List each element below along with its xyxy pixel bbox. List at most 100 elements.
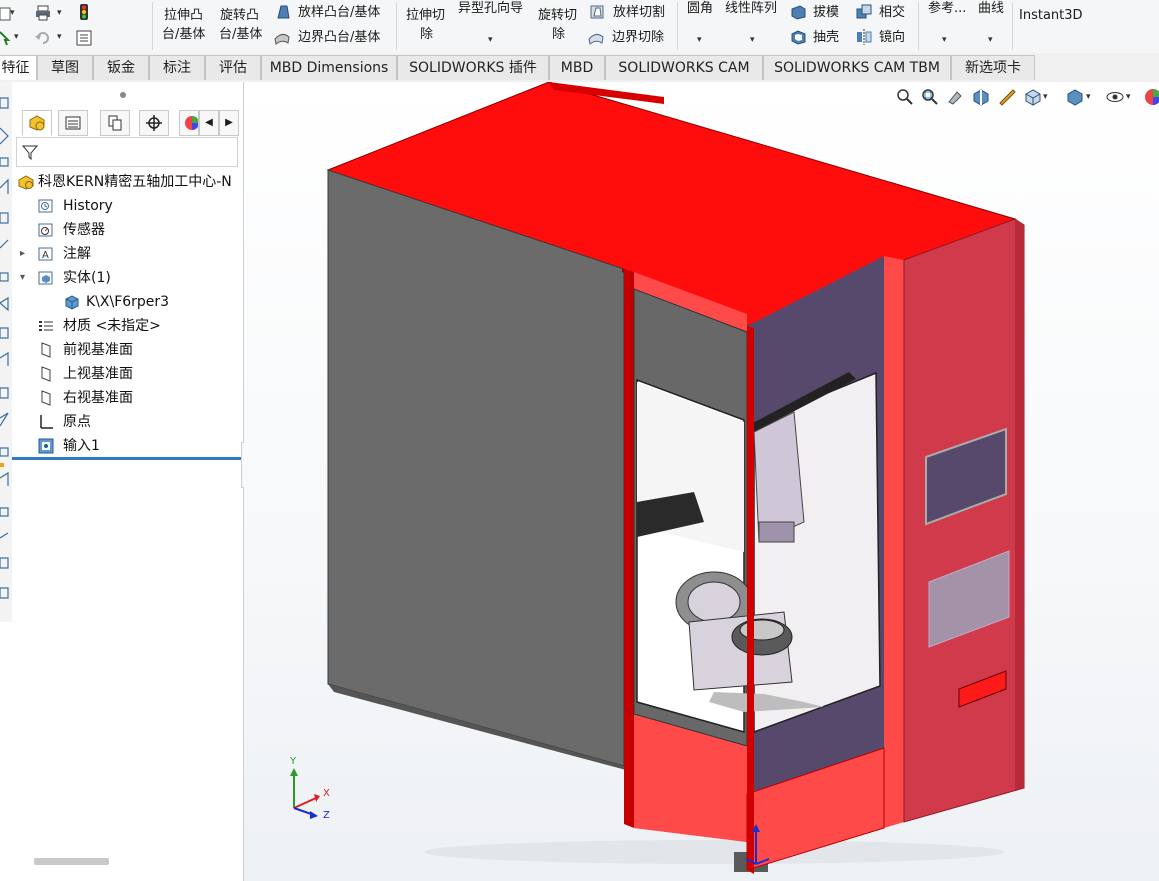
- tree-item-label: K\X\F6rper3: [86, 294, 170, 310]
- tab-solidworks-addins[interactable]: SOLIDWORKS 插件: [397, 55, 549, 80]
- tab-new-tab[interactable]: 新选项卡: [951, 55, 1035, 80]
- solid-bodies-icon: [38, 271, 53, 285]
- hole-wizard-label: 异型孔向导: [458, 1, 524, 16]
- tree-item-label: History: [63, 198, 113, 214]
- panel-grip[interactable]: [120, 92, 126, 98]
- rollback-bar[interactable]: [12, 457, 241, 460]
- tab-label: MBD Dimensions: [269, 60, 389, 76]
- tab-label: 评估: [219, 60, 247, 76]
- sensor-icon: [38, 223, 53, 237]
- collapse-arrow-icon[interactable]: ▾: [20, 267, 25, 289]
- trunnion-face: [687, 581, 741, 623]
- revolve-cut-label-1: 旋转切: [538, 8, 578, 23]
- tab-label: MBD: [560, 60, 594, 76]
- intersect-label: 相交: [879, 5, 906, 20]
- tree-item-label: 右视基准面: [63, 390, 133, 406]
- mirror-label: 镜向: [879, 30, 906, 45]
- crosshair-icon: [146, 115, 162, 131]
- sketch-tool-icons[interactable]: [0, 88, 12, 618]
- dropdown-arrow[interactable]: ▾: [14, 32, 19, 42]
- dropdown-arrow[interactable]: ▾: [57, 8, 62, 18]
- property-manager-icon: [65, 116, 81, 130]
- history-icon: [38, 199, 53, 213]
- tab-label: 草图: [51, 60, 79, 76]
- tree-item-solid-bodies[interactable]: ▾ 实体(1): [20, 267, 236, 289]
- tab-solidworks-cam-tbm[interactable]: SOLIDWORKS CAM TBM: [763, 55, 951, 80]
- tree-item-import1[interactable]: 输入1: [36, 435, 236, 457]
- tab-solidworks-cam[interactable]: SOLIDWORKS CAM: [605, 55, 763, 80]
- tab-sketch[interactable]: 草图: [37, 55, 93, 80]
- fillet-dropdown[interactable]: ▾: [697, 35, 702, 45]
- triad-x-label: X: [323, 788, 330, 799]
- reference-label: 参考...: [928, 1, 967, 16]
- curves-dropdown[interactable]: ▾: [988, 35, 993, 45]
- dropdown-arrow[interactable]: ▾: [57, 32, 62, 42]
- triad-z-label: Z: [323, 810, 330, 821]
- plane-icon: [41, 390, 51, 406]
- tree-item-label: 上视基准面: [63, 366, 133, 382]
- revolve-cut-label-2: 除: [552, 27, 566, 42]
- tabs-scroll-right[interactable]: ▶: [219, 110, 239, 136]
- tree-item-material[interactable]: 材质 <未指定>: [36, 315, 236, 337]
- material-icon: [39, 321, 53, 331]
- linear-pattern-dropdown[interactable]: ▾: [750, 35, 755, 45]
- tree-filter-box[interactable]: [16, 137, 238, 167]
- graphics-area[interactable]: ▾ ▾ ▾ Y X Z: [244, 82, 1159, 881]
- tree-item-sensors[interactable]: 传感器: [36, 219, 236, 241]
- tab-evaluate[interactable]: 评估: [205, 55, 261, 80]
- tree-item-front-plane[interactable]: 前视基准面: [36, 339, 236, 361]
- loft-boss-icon: [277, 5, 290, 19]
- extrude-boss-label-1: 拉伸凸: [164, 8, 204, 23]
- tab-feature-manager[interactable]: [22, 110, 52, 136]
- tab-configuration-manager[interactable]: [100, 110, 130, 136]
- tab-sheet-metal[interactable]: 钣金: [93, 55, 149, 80]
- extrude-cut-label-1: 拉伸切: [406, 8, 446, 23]
- horizontal-scrollbar-thumb[interactable]: [34, 858, 109, 865]
- tab-dimxpert-manager[interactable]: [139, 110, 169, 136]
- tree-item-label: 注解: [63, 246, 91, 262]
- undo-icon[interactable]: [35, 30, 51, 46]
- fillet-label: 圆角: [687, 1, 714, 16]
- shell-label: 抽壳: [813, 30, 840, 45]
- tree-item-annotations[interactable]: ▸ A 注解: [20, 243, 236, 265]
- tree-item-history[interactable]: History: [36, 195, 236, 217]
- tree-item-body[interactable]: K\X\F6rper3: [62, 291, 236, 313]
- tab-dimxpert[interactable]: 标注: [149, 55, 205, 80]
- tree-root-part[interactable]: 科恩KERN精密五轴加工中心-N: [16, 171, 244, 193]
- control-cabinet: [903, 218, 1025, 823]
- tree-item-origin[interactable]: 原点: [36, 411, 236, 433]
- loft-boss-label: 放样凸台/基体: [298, 5, 381, 20]
- front-corner-edge: [747, 326, 754, 874]
- mirror-icon: [857, 29, 872, 45]
- cabinet-side-edge: [1015, 219, 1024, 790]
- tab-features[interactable]: 特征: [0, 55, 37, 80]
- tree-item-label: 传感器: [63, 222, 105, 238]
- boundary-boss-icon: [274, 33, 290, 45]
- tab-mbd-dimensions[interactable]: MBD Dimensions: [261, 55, 397, 80]
- plane-icon: [41, 342, 51, 358]
- part-name: 科恩KERN精密五轴加工中心-N: [38, 174, 232, 190]
- reference-dropdown[interactable]: ▾: [942, 35, 947, 45]
- boundary-boss-label: 边界凸台/基体: [298, 30, 381, 45]
- print-icon[interactable]: [35, 5, 51, 21]
- revolve-boss-label-2: 台/基体: [219, 27, 263, 42]
- model-3d-view[interactable]: [244, 82, 1159, 881]
- dropdown-arrow[interactable]: ▾: [10, 8, 15, 18]
- spindle-nose: [758, 521, 795, 543]
- loft-cut-icon: [590, 5, 604, 19]
- tab-display-manager[interactable]: [179, 110, 199, 136]
- tab-label: SOLIDWORKS 插件: [409, 60, 537, 76]
- expand-arrow-icon[interactable]: ▸: [20, 243, 25, 265]
- tree-item-top-plane[interactable]: 上视基准面: [36, 363, 236, 385]
- hole-wizard-dropdown[interactable]: ▾: [488, 35, 493, 45]
- options-icon[interactable]: [76, 30, 92, 46]
- tab-property-manager[interactable]: [58, 110, 88, 136]
- command-manager-ribbon: ▾ ▾ ▾ ▾ 拉伸凸 台/基体 旋转凸 台/基体 放样凸台/基体 边界凸台/基…: [0, 0, 1159, 54]
- tab-mbd[interactable]: MBD: [549, 55, 605, 80]
- curves-label: 曲线: [978, 1, 1005, 16]
- boundary-cut-icon: [588, 33, 604, 45]
- tabs-scroll-left[interactable]: ◀: [199, 110, 219, 136]
- tree-item-right-plane[interactable]: 右视基准面: [36, 387, 236, 409]
- traffic-light-icon[interactable]: [76, 4, 92, 20]
- loft-cut-label: 放样切割: [613, 5, 666, 20]
